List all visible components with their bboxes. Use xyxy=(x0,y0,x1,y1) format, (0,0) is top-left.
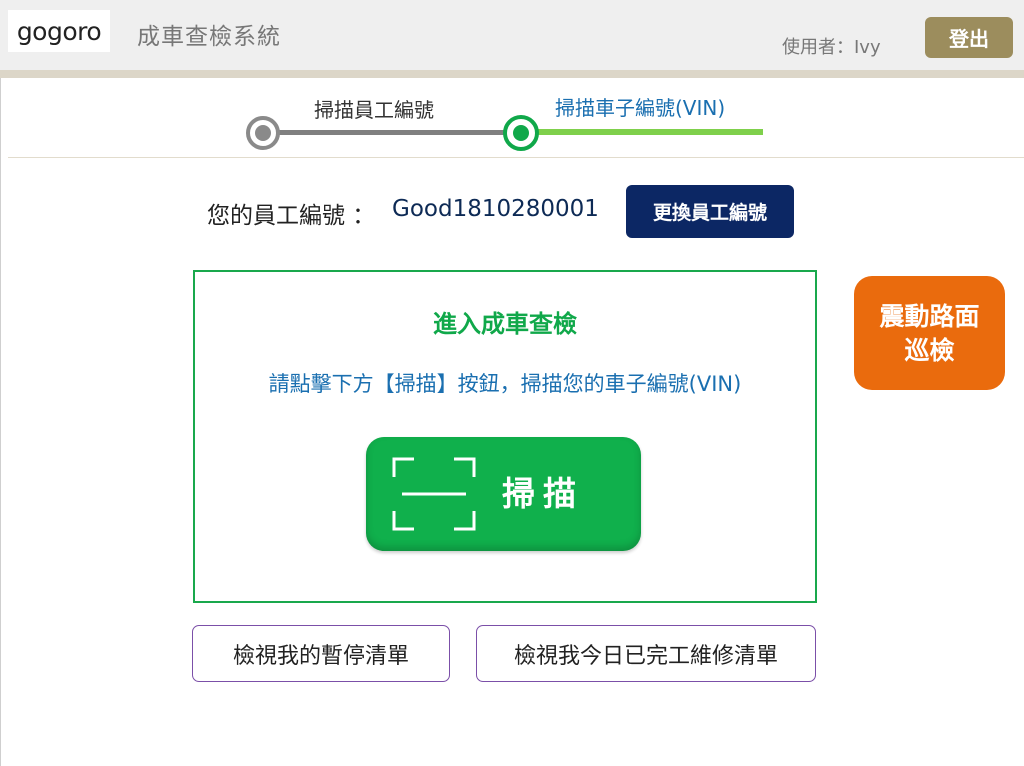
stepper-divider xyxy=(8,157,1024,158)
stepper-line-completed xyxy=(265,130,521,135)
view-completed-list-button[interactable]: 檢視我今日已完工維修清單 xyxy=(476,625,816,682)
step-1-dot xyxy=(246,116,280,150)
logo-text: gogoro xyxy=(16,16,102,46)
scan-frame-icon xyxy=(392,457,476,531)
step-2-dot xyxy=(503,115,539,151)
current-user-label: 使用者：Ivy xyxy=(782,37,881,58)
page-left-border xyxy=(0,78,1,766)
vibration-road-inspection-button[interactable]: 震動路面 巡檢 xyxy=(854,276,1005,390)
scan-instruction: 請點擊下方【掃描】按鈕，掃描您的車子編號(VIN) xyxy=(268,372,742,396)
step-1-label: 掃描員工編號 xyxy=(314,98,434,122)
road-button-line-1: 震動路面 xyxy=(879,302,980,331)
brand-logo: gogoro xyxy=(8,10,110,52)
scan-button-label: 掃描 xyxy=(502,474,584,513)
stepper-line-active xyxy=(521,129,763,135)
app-title: 成車查檢系統 xyxy=(137,24,281,50)
road-button-line-2: 巡檢 xyxy=(904,336,955,365)
panel-title: 進入成車查檢 xyxy=(433,310,577,338)
header-divider-strip xyxy=(0,70,1024,78)
scan-panel: 進入成車查檢 請點擊下方【掃描】按鈕，掃描您的車子編號(VIN) 掃描 xyxy=(193,270,817,603)
step-2-label: 掃描車子編號(VIN) xyxy=(555,96,726,120)
employee-id-value: Good1810280001 xyxy=(392,196,599,222)
scan-button[interactable]: 掃描 xyxy=(366,437,641,551)
view-paused-list-button[interactable]: 檢視我的暫停清單 xyxy=(192,625,450,682)
employee-id-label: 您的員工編號 ： xyxy=(207,203,376,229)
change-employee-button[interactable]: 更換員工編號 xyxy=(626,185,794,238)
logout-button[interactable]: 登出 xyxy=(925,17,1013,58)
top-header: gogoro 成車查檢系統 使用者：Ivy 登出 xyxy=(0,0,1024,70)
